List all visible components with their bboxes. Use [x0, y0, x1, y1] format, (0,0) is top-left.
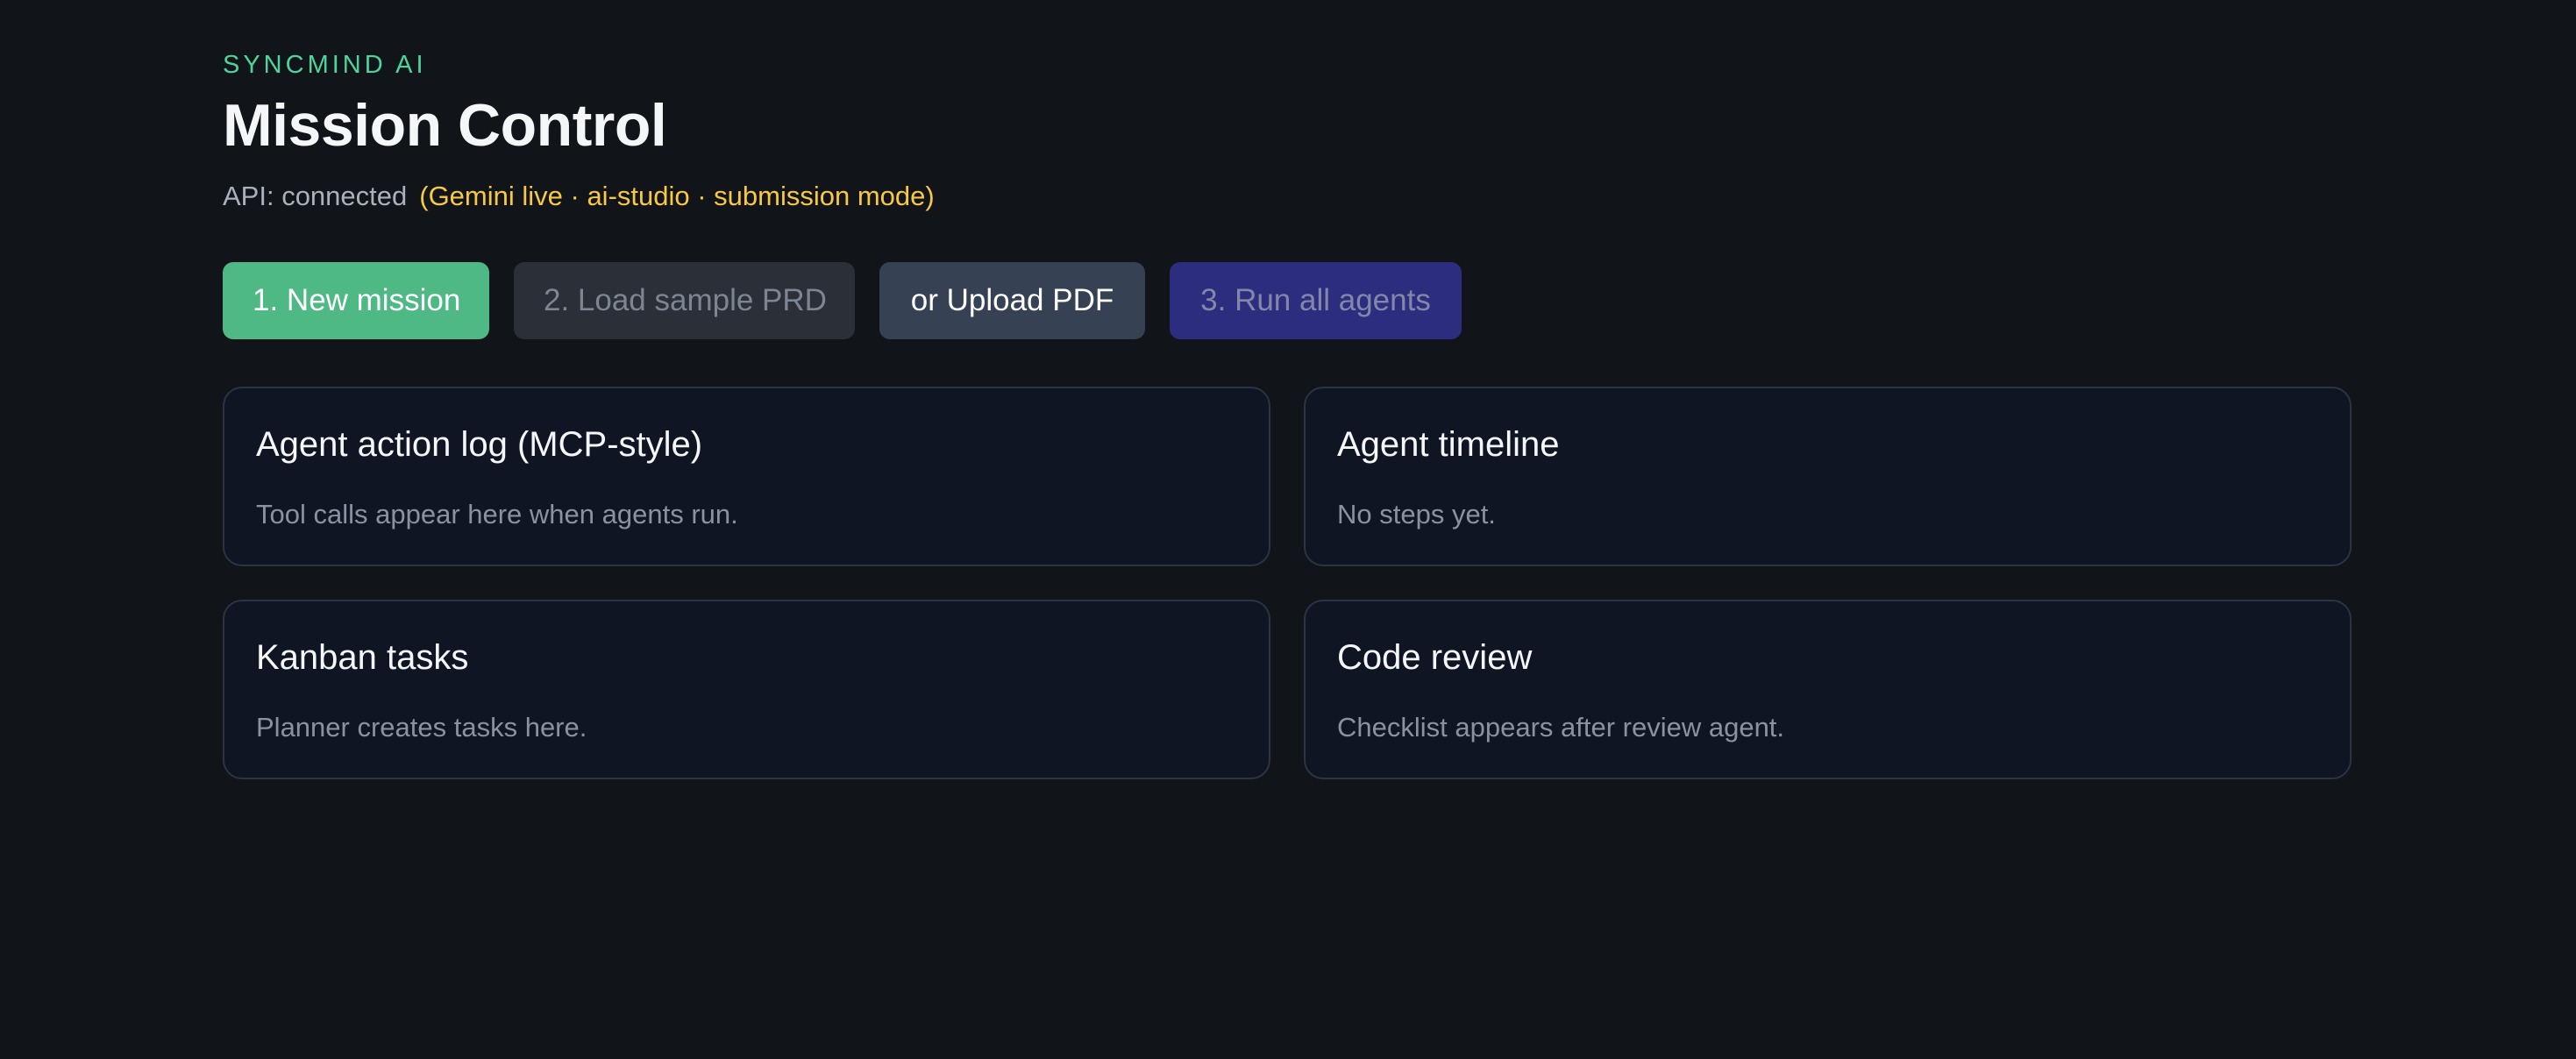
action-log-title: Agent action log (MCP-style) [256, 425, 703, 464]
page-title: Mission Control [223, 92, 667, 159]
timeline-empty-text: No steps yet. [1337, 499, 1496, 530]
kanban-panel: Kanban tasks Planner creates tasks here. [223, 600, 1270, 779]
panel-grid: Agent action log (MCP-style) Tool calls … [223, 387, 2352, 779]
mode-info: (Gemini live · ai-studio · submission mo… [419, 181, 935, 211]
load-sample-prd-button[interactable]: 2. Load sample PRD [514, 262, 855, 339]
code-review-empty-text: Checklist appears after review agent. [1337, 712, 1785, 743]
action-log-panel: Agent action log (MCP-style) Tool calls … [223, 387, 1270, 566]
action-log-empty-text: Tool calls appear here when agents run. [256, 499, 738, 530]
kanban-empty-text: Planner creates tasks here. [256, 712, 587, 743]
kanban-title: Kanban tasks [256, 638, 469, 677]
status-line: API: connected (Gemini live · ai-studio ·… [223, 181, 935, 212]
action-bar: 1. New mission 2. Load sample PRD or Upl… [223, 262, 1462, 339]
api-status: API: connected [223, 181, 408, 211]
timeline-panel: Agent timeline No steps yet. [1304, 387, 2352, 566]
code-review-panel: Code review Checklist appears after revi… [1304, 600, 2352, 779]
upload-pdf-button[interactable]: or Upload PDF [879, 262, 1145, 339]
new-mission-button[interactable]: 1. New mission [223, 262, 489, 339]
run-all-agents-button[interactable]: 3. Run all agents [1170, 262, 1462, 339]
code-review-title: Code review [1337, 638, 1533, 677]
brand-label: SYNCMIND AI [223, 51, 427, 79]
timeline-title: Agent timeline [1337, 425, 1560, 464]
